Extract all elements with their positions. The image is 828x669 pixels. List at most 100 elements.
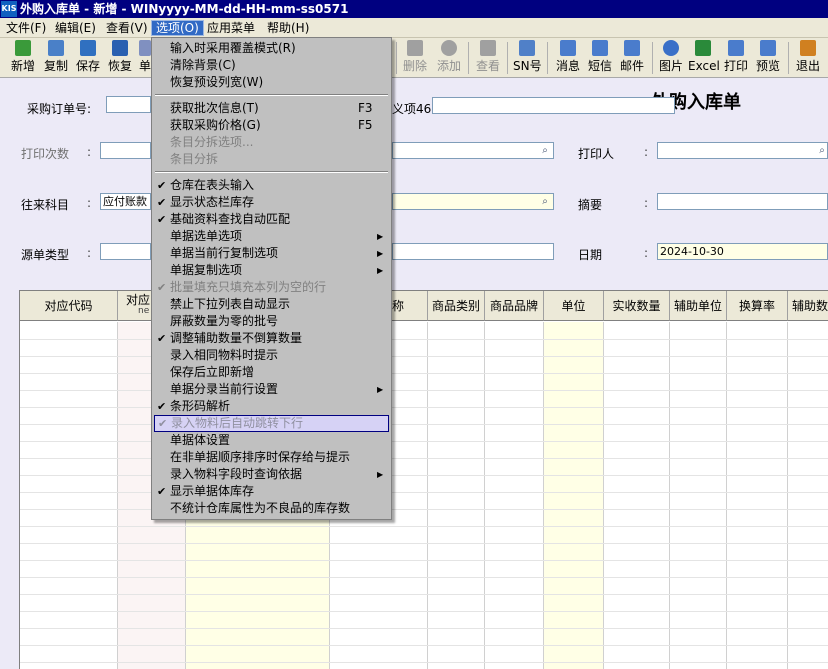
date-field[interactable]: 2024-10-30 xyxy=(657,243,828,260)
submenu-arrow-icon: ▶ xyxy=(377,470,384,479)
menu-item-entry-row-settings[interactable]: 单据分录当前行设置 ▶ xyxy=(154,381,389,398)
check-icon: ✔ xyxy=(157,400,167,413)
grid-row-line xyxy=(20,560,828,561)
menu-item-overwrite-mode[interactable]: 输入时采用覆盖模式(R) xyxy=(154,40,389,57)
check-icon: ✔ xyxy=(157,196,167,209)
grid-row-line xyxy=(20,509,828,510)
menu-item-body-stock[interactable]: ✔ 显示单据体库存 xyxy=(154,483,389,500)
delete-button[interactable]: 删除 xyxy=(401,40,429,76)
toolbar-separator xyxy=(788,42,789,74)
grid-header-aux-unit[interactable]: 辅助单位 xyxy=(670,291,727,321)
append-button[interactable]: 添加 xyxy=(435,40,463,76)
unit-button[interactable]: 单 xyxy=(138,40,152,76)
source-field[interactable] xyxy=(392,243,554,260)
sn-button[interactable]: SN号 xyxy=(513,40,542,76)
menu-help[interactable]: 帮助(H) xyxy=(263,20,313,36)
menu-file[interactable]: 文件(F) xyxy=(2,20,50,36)
search-lookup-icon[interactable]: ⌕ xyxy=(538,195,552,208)
delete-icon xyxy=(407,40,423,56)
grid-column[interactable] xyxy=(670,322,727,669)
grid-header-brand[interactable]: 商品品牌 xyxy=(485,291,544,321)
menu-item-restore-column-width[interactable]: 恢复预设列宽(W) xyxy=(154,74,389,91)
po-number-label: 采购订单号: xyxy=(27,102,92,116)
menu-item-batch-info[interactable]: 获取批次信息(T) F3 xyxy=(154,100,389,117)
menu-item-material-query-basis[interactable]: 录入物料字段时查询依据 ▶ xyxy=(154,466,389,483)
entry-grid[interactable]: 对应代码 对应 ne 称 商品类别 商品品牌 单位 实收数量 辅助单位 换算率 辅… xyxy=(19,290,828,669)
check-icon: ✔ xyxy=(158,417,168,430)
source-type-field[interactable] xyxy=(100,243,151,260)
grid-column[interactable] xyxy=(544,322,604,669)
colon: : xyxy=(644,246,649,260)
menu-item-exclude-defective-stock[interactable]: 不统计仓库属性为不良品的库存数 xyxy=(154,500,389,517)
submenu-arrow-icon: ▶ xyxy=(377,266,384,275)
menu-item-split[interactable]: 条目分拆 xyxy=(154,151,389,168)
menu-item-warehouse-in-header[interactable]: ✔ 仓库在表头输入 xyxy=(154,177,389,194)
grid-row-line xyxy=(20,611,828,612)
grid-column[interactable] xyxy=(20,322,118,669)
menu-item-body-settings[interactable]: 单据体设置 xyxy=(154,432,389,449)
copy-button[interactable]: 复制 xyxy=(43,40,69,76)
menu-options[interactable]: 选项(O) xyxy=(151,20,204,36)
grid-row-line xyxy=(20,373,828,374)
summary-field[interactable] xyxy=(657,193,828,210)
view-button[interactable]: 查看 xyxy=(474,40,502,76)
sms-button[interactable]: 短信 xyxy=(586,40,614,76)
search-lookup-icon[interactable]: ⌕ xyxy=(815,144,827,157)
options-dropdown-menu: 输入时采用覆盖模式(R) 清除背景(C) 恢复预设列宽(W) 获取批次信息(T)… xyxy=(151,37,392,520)
menu-item-split-options[interactable]: 条目分拆选项... xyxy=(154,134,389,151)
save-button[interactable]: 保存 xyxy=(75,40,101,76)
grid-header-received-qty[interactable]: 实收数量 xyxy=(604,291,670,321)
submenu-arrow-icon: ▶ xyxy=(377,232,384,241)
menu-view[interactable]: 查看(V) xyxy=(102,20,152,36)
menu-item-barcode-parse[interactable]: ✔ 条形码解析 xyxy=(154,398,389,415)
colon: : xyxy=(87,246,92,260)
print-count-field[interactable] xyxy=(100,142,151,159)
colon: : xyxy=(644,145,649,159)
grid-header-aux-qty[interactable]: 辅助数 xyxy=(788,291,828,321)
menu-item-no-auto-dropdown[interactable]: 禁止下拉列表自动显示 xyxy=(154,296,389,313)
menu-edit[interactable]: 编辑(E) xyxy=(51,20,100,36)
menu-item-select-options[interactable]: 单据选单选项 ▶ xyxy=(154,228,389,245)
menu-item-purchase-price[interactable]: 获取采购价格(G) F5 xyxy=(154,117,389,134)
image-button[interactable]: 图片 xyxy=(657,40,685,76)
lookup-field-1[interactable]: ⌕ xyxy=(392,142,554,159)
menu-item-sort-save-prompt[interactable]: 在非单据顺序排序时保存给与提示 xyxy=(154,449,389,466)
save-icon xyxy=(80,40,96,56)
grid-column[interactable] xyxy=(788,322,828,669)
menu-item-status-bar-stock[interactable]: ✔ 显示状态栏库存 xyxy=(154,194,389,211)
grid-header-unit[interactable]: 单位 xyxy=(544,291,604,321)
menu-item-aux-qty-no-reverse[interactable]: ✔ 调整辅助数量不倒算数量 xyxy=(154,330,389,347)
grid-row-line xyxy=(20,492,828,493)
custom46-field[interactable] xyxy=(432,97,675,114)
grid-column[interactable] xyxy=(604,322,670,669)
email-button[interactable]: 邮件 xyxy=(618,40,646,76)
grid-column[interactable] xyxy=(428,322,485,669)
po-number-field[interactable] xyxy=(106,96,151,113)
menu-item-auto-next-row[interactable]: ✔ 录入物料后自动跳转下行 xyxy=(154,415,389,432)
menu-item-auto-match[interactable]: ✔ 基础资料查找自动匹配 xyxy=(154,211,389,228)
message-button[interactable]: 消息 xyxy=(554,40,582,76)
exit-button[interactable]: 退出 xyxy=(794,40,822,76)
menu-item-hide-zero-batch[interactable]: 屏蔽数量为零的批号 xyxy=(154,313,389,330)
grid-header-category[interactable]: 商品类别 xyxy=(428,291,485,321)
grid-header-code[interactable]: 对应代码 xyxy=(20,291,118,321)
menu-item-clear-background[interactable]: 清除背景(C) xyxy=(154,57,389,74)
add-button[interactable]: 新增 xyxy=(10,40,36,76)
lookup-field-2[interactable]: ⌕ xyxy=(392,193,554,210)
menu-item-new-after-save[interactable]: 保存后立即新增 xyxy=(154,364,389,381)
grid-column[interactable] xyxy=(485,322,544,669)
search-lookup-icon[interactable]: ⌕ xyxy=(538,144,552,157)
printer-field[interactable]: ⌕ xyxy=(657,142,828,159)
menu-item-copy-options[interactable]: 单据复制选项 ▶ xyxy=(154,262,389,279)
menu-app[interactable]: 应用菜单 xyxy=(203,20,259,36)
grid-header-conversion-rate[interactable]: 换算率 xyxy=(727,291,788,321)
menu-item-same-material-prompt[interactable]: 录入相同物料时提示 xyxy=(154,347,389,364)
excel-button[interactable]: Excel xyxy=(688,40,720,76)
grid-column[interactable] xyxy=(727,322,788,669)
preview-button[interactable]: 预览 xyxy=(754,40,782,76)
restore-button[interactable]: 恢复 xyxy=(107,40,133,76)
menu-item-row-copy-options[interactable]: 单据当前行复制选项 ▶ xyxy=(154,245,389,262)
account-field[interactable]: 应付账款 xyxy=(100,193,151,210)
print-button[interactable]: 打印 xyxy=(722,40,750,76)
menu-item-bulk-fill[interactable]: ✔ 批量填充只填充本列为空的行 xyxy=(154,279,389,296)
